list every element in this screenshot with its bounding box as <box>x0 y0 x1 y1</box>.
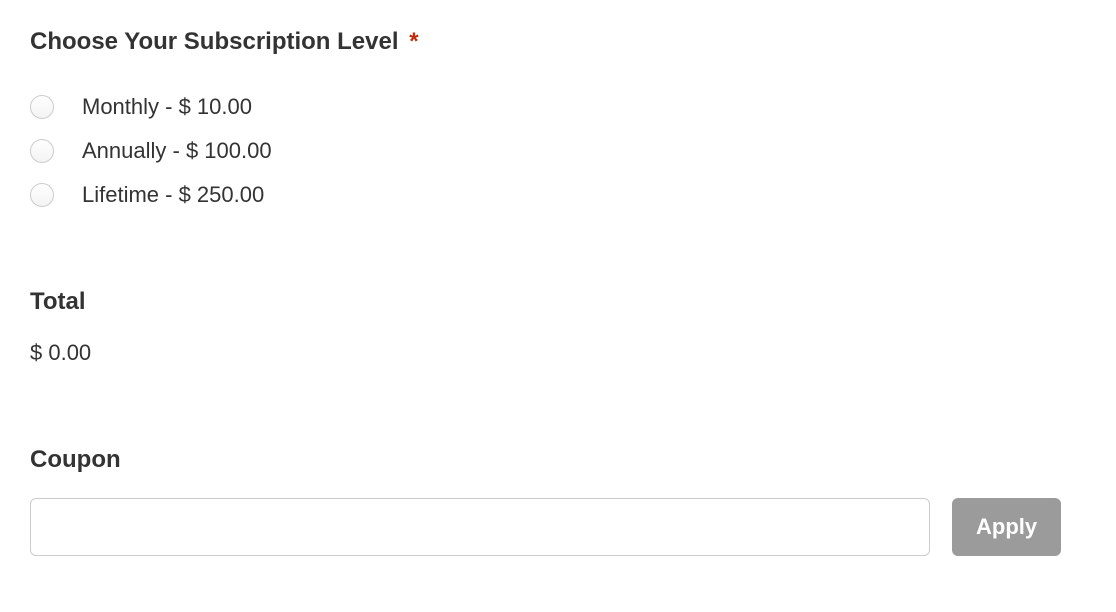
radio-icon <box>30 183 54 207</box>
coupon-label: Coupon <box>30 446 1086 474</box>
radio-icon <box>30 139 54 163</box>
required-asterisk: * <box>409 28 418 55</box>
coupon-input[interactable] <box>30 498 930 556</box>
subscription-field: Choose Your Subscription Level * Monthly… <box>30 28 1086 208</box>
radio-label-monthly: Monthly - $ 10.00 <box>82 94 252 120</box>
total-value: $ 0.00 <box>30 340 1086 366</box>
radio-option-lifetime[interactable]: Lifetime - $ 250.00 <box>30 182 1086 208</box>
total-label: Total <box>30 288 1086 316</box>
radio-label-annually: Annually - $ 100.00 <box>82 138 272 164</box>
radio-option-monthly[interactable]: Monthly - $ 10.00 <box>30 94 1086 120</box>
radio-label-lifetime: Lifetime - $ 250.00 <box>82 182 264 208</box>
coupon-row: Apply <box>30 498 1086 556</box>
coupon-field: Coupon Apply <box>30 446 1086 556</box>
subscription-label-text: Choose Your Subscription Level <box>30 28 399 55</box>
subscription-label: Choose Your Subscription Level * <box>30 28 1086 56</box>
subscription-radio-group: Monthly - $ 10.00 Annually - $ 100.00 Li… <box>30 94 1086 208</box>
total-field: Total $ 0.00 <box>30 288 1086 366</box>
radio-icon <box>30 95 54 119</box>
apply-button[interactable]: Apply <box>952 498 1061 556</box>
radio-option-annually[interactable]: Annually - $ 100.00 <box>30 138 1086 164</box>
